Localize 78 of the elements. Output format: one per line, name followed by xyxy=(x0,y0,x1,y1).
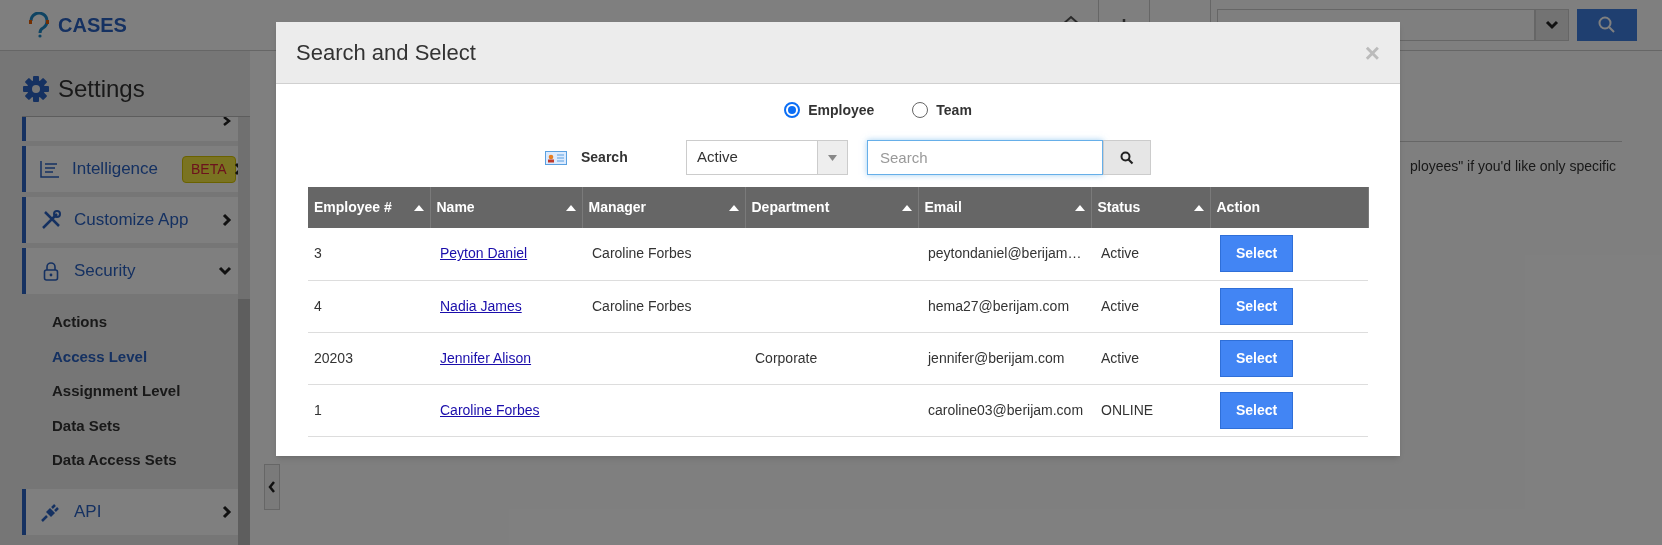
table-cell: 4 xyxy=(314,297,322,314)
employee-link[interactable]: Jennifer Alison xyxy=(440,349,532,366)
sidebar-item[interactable]: API xyxy=(22,488,238,535)
column-header[interactable]: Manager xyxy=(582,187,745,228)
sidebar-item[interactable]: Security xyxy=(22,248,238,294)
sort-icon xyxy=(1074,204,1085,211)
list-icon xyxy=(40,160,60,178)
description-text: ployees" if you'd like only specific xyxy=(1410,158,1617,174)
search-field[interactable]: Search xyxy=(867,140,1103,175)
table-cell: peytondaniel@berijam… xyxy=(928,245,1082,262)
plug-icon xyxy=(41,501,61,522)
table-cell: Active xyxy=(1101,349,1140,366)
column-header[interactable]: Department xyxy=(745,187,918,228)
select-button[interactable]: Select xyxy=(1220,339,1293,377)
search-button[interactable] xyxy=(1103,140,1151,175)
sort-icon xyxy=(901,204,912,211)
sidebar-subitem[interactable]: Data Sets xyxy=(52,414,238,437)
collapse-tab[interactable] xyxy=(264,464,280,510)
table-cell: jennifer@berijam.com xyxy=(928,349,1065,366)
sort-icon xyxy=(728,204,739,211)
select-button[interactable]: Select xyxy=(1220,287,1293,325)
status-dropdown[interactable]: Active xyxy=(686,140,848,175)
table-cell: Active xyxy=(1101,297,1140,314)
table-cell: 1 xyxy=(314,401,322,418)
tools-icon xyxy=(41,210,61,230)
sort-icon xyxy=(1193,204,1204,211)
search-icon xyxy=(1598,16,1616,34)
beta-badge: BETA xyxy=(182,155,236,183)
employee-link[interactable]: Nadia James xyxy=(440,297,522,314)
radio-button[interactable] xyxy=(912,102,929,118)
column-header[interactable]: Name xyxy=(430,187,582,228)
chevron-right-icon xyxy=(222,504,232,519)
chevron-down-icon xyxy=(1545,20,1559,30)
settings-icon xyxy=(22,74,50,103)
chevron-left-icon xyxy=(268,481,276,493)
chevron-right-icon xyxy=(222,213,232,227)
sort-icon xyxy=(565,204,576,211)
table-cell: caroline03@berijam.com xyxy=(928,401,1084,418)
dropdown-button[interactable] xyxy=(1535,9,1569,41)
employee-link[interactable]: Caroline Forbes xyxy=(440,401,540,418)
dialog-title: Search and Select xyxy=(296,39,477,67)
sidebar-subitem[interactable]: Actions xyxy=(52,311,238,334)
id-card-icon xyxy=(545,150,567,165)
lock-icon xyxy=(43,261,59,281)
table-cell: 20203 xyxy=(314,349,353,366)
chevron-right-icon xyxy=(222,117,232,127)
employee-link[interactable]: Peyton Daniel xyxy=(440,245,528,262)
column-header[interactable]: Status xyxy=(1091,187,1210,228)
sidebar-item[interactable]: Intelligence BETA xyxy=(22,146,238,192)
select-button[interactable]: Select xyxy=(1220,391,1293,429)
radio-label[interactable]: Employee xyxy=(808,99,875,121)
sidebar-subitem[interactable]: Assignment Level xyxy=(52,380,238,403)
select-button[interactable]: Select xyxy=(1220,235,1293,273)
caret-down-icon xyxy=(828,154,837,161)
sidebar-item[interactable]: Customize App xyxy=(22,197,238,243)
sidebar-subitem[interactable]: Data Access Sets xyxy=(52,449,238,472)
column-header[interactable]: Employee # xyxy=(308,187,430,228)
app-title: CASES xyxy=(58,13,127,38)
chevron-down-icon xyxy=(218,266,232,276)
table-cell: Caroline Forbes xyxy=(592,297,692,314)
radio-label[interactable]: Team xyxy=(936,99,972,121)
table-cell: Corporate xyxy=(755,349,818,366)
settings-title: Settings xyxy=(58,73,145,104)
scrollbar-thumb[interactable] xyxy=(238,299,250,545)
search-icon xyxy=(1120,150,1134,165)
table-cell: hema27@berijam.com xyxy=(928,297,1070,314)
column-header[interactable]: Email xyxy=(918,187,1091,228)
sidebar-item[interactable] xyxy=(22,117,238,141)
logo-icon xyxy=(28,12,50,38)
radio-button[interactable] xyxy=(784,102,801,118)
table-cell: ONLINE xyxy=(1101,401,1154,418)
search-label: Search xyxy=(581,148,629,167)
table-cell: Active xyxy=(1101,245,1140,262)
table-cell: 3 xyxy=(314,245,322,262)
table-cell: Caroline Forbes xyxy=(592,245,692,262)
sidebar-subitem[interactable]: Access Level xyxy=(52,345,238,368)
column-header: Action xyxy=(1210,187,1368,228)
sort-icon xyxy=(413,204,424,211)
